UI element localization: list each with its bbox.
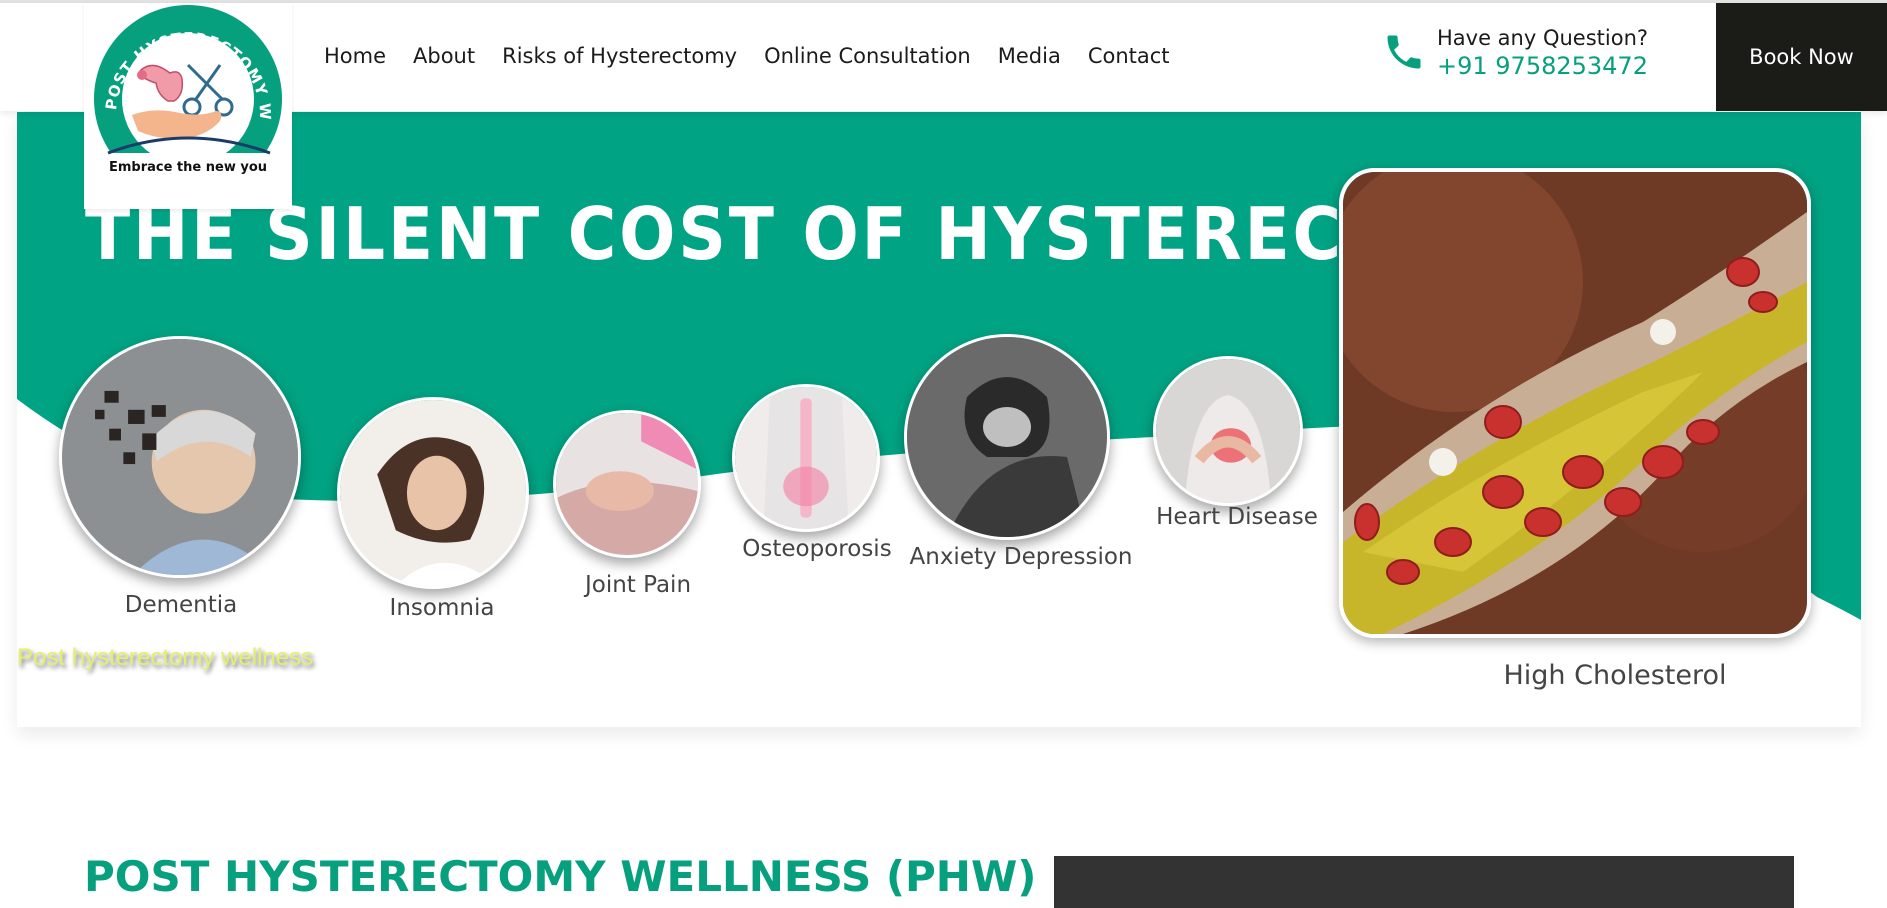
nav-online-consultation[interactable]: Online Consultation [764,44,971,68]
condition-label-heart-disease: Heart Disease [1156,504,1318,530]
nav-risks[interactable]: Risks of Hysterectomy [502,44,737,68]
logo-tagline: Embrace the new you [109,160,267,175]
joint-pain-image [553,410,701,558]
banner-watermark: Post hysterectomy wellness [17,644,314,671]
main-nav: Home About Risks of Hysterectomy Online … [324,44,1197,68]
condition-label-high-cholesterol: High Cholesterol [1503,660,1727,691]
condition-label-dementia: Dementia [124,592,238,618]
phone-number-link[interactable]: +91 9758253472 [1437,52,1648,80]
logo-emblem: POST HYSTERECTOMY WELLNESS Embrace the n… [77,0,292,209]
condition-label-anxiety-depression: Anxiety Depression [909,544,1133,570]
condition-label-joint-pain: Joint Pain [584,572,692,598]
anxiety-depression-image [904,334,1110,540]
hero-banner: THE SILENT COST OF HYSTERECTOMY Dementia… [17,112,1861,727]
high-cholesterol-image [1339,168,1811,638]
phone-icon[interactable] [1382,30,1426,74]
osteoporosis-image [732,384,880,532]
video-placeholder[interactable] [1054,856,1794,908]
logo[interactable]: POST HYSTERECTOMY WELLNESS Embrace the n… [77,0,292,209]
contact-question: Have any Question? [1437,26,1649,50]
heart-disease-image [1153,356,1303,506]
book-now-button[interactable]: Book Now [1716,3,1887,111]
condition-label-insomnia: Insomnia [389,595,495,621]
nav-about[interactable]: About [413,44,475,68]
dementia-image [59,336,301,578]
nav-contact[interactable]: Contact [1088,44,1170,68]
nav-home[interactable]: Home [324,44,386,68]
section-title: POST HYSTERECTOMY WELLNESS (PHW) [84,852,1037,901]
nav-media[interactable]: Media [998,44,1061,68]
condition-label-osteoporosis: Osteoporosis [742,536,892,562]
insomnia-image [337,397,529,589]
